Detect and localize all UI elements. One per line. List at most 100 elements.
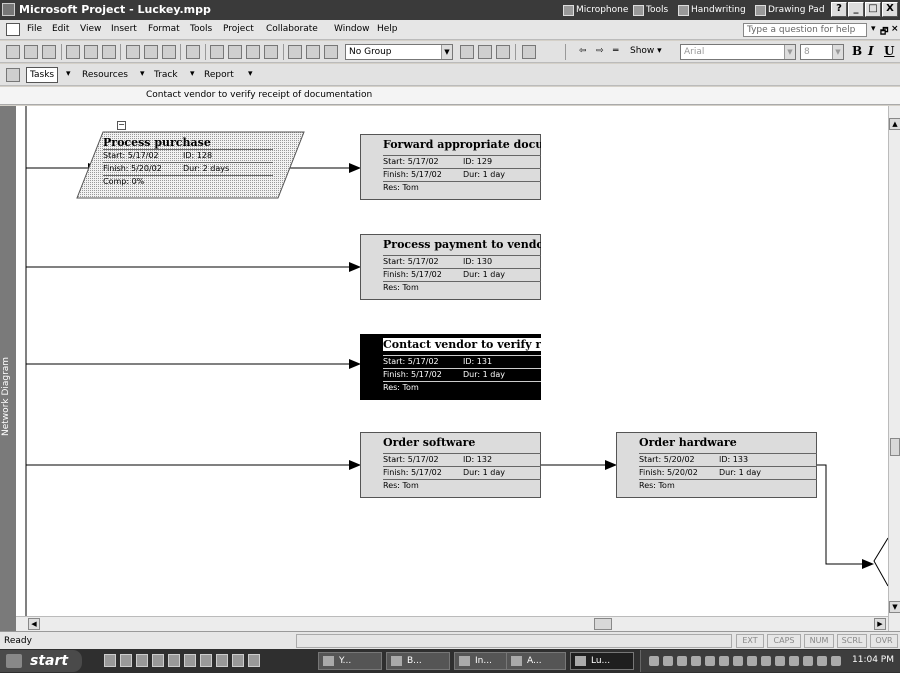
bold-button[interactable]: B bbox=[852, 44, 862, 58]
microphone-button[interactable]: Microphone bbox=[560, 2, 631, 18]
new-icon[interactable] bbox=[6, 45, 20, 59]
handwriting-button[interactable]: Handwriting bbox=[675, 2, 749, 18]
vertical-scroll-thumb[interactable] bbox=[890, 438, 900, 456]
entry-bar[interactable]: Contact vendor to verify receipt of docu… bbox=[0, 87, 900, 105]
italic-button[interactable]: I bbox=[868, 44, 874, 58]
drawing-pad-button[interactable]: Drawing Pad bbox=[752, 2, 828, 18]
chevron-down-icon[interactable]: ▾ bbox=[248, 69, 253, 79]
menu-window[interactable]: Window bbox=[334, 24, 370, 34]
copy-icon[interactable] bbox=[126, 45, 140, 59]
show-hide-subtasks-icon[interactable]: ═ bbox=[613, 46, 618, 56]
tools-button[interactable]: Tools bbox=[630, 2, 671, 18]
tray-icon[interactable] bbox=[775, 656, 785, 666]
menu-file[interactable]: File bbox=[27, 24, 42, 34]
split-task-icon[interactable] bbox=[264, 45, 278, 59]
font-name-select[interactable]: Arial ▼ bbox=[680, 44, 796, 60]
task-node-131-selected[interactable]: Contact vendor to verify rec Start: 5/17… bbox=[360, 334, 541, 400]
tray-icon[interactable] bbox=[649, 656, 659, 666]
menu-format[interactable]: Format bbox=[148, 24, 180, 34]
track-button[interactable]: Track bbox=[150, 67, 182, 83]
tray-icon[interactable] bbox=[803, 656, 813, 666]
spelling-icon[interactable] bbox=[102, 45, 116, 59]
tray-icon[interactable] bbox=[747, 656, 757, 666]
indent-icon[interactable]: ⇨ bbox=[596, 46, 604, 56]
tray-icon[interactable] bbox=[789, 656, 799, 666]
tray-icon[interactable] bbox=[831, 656, 841, 666]
menu-view[interactable]: View bbox=[80, 24, 101, 34]
doc-menu-dropdown[interactable]: ▾ bbox=[871, 24, 876, 34]
font-size-select[interactable]: 8 ▼ bbox=[800, 44, 844, 60]
tray-icon[interactable] bbox=[677, 656, 687, 666]
menu-edit[interactable]: Edit bbox=[52, 24, 69, 34]
doc-close-button[interactable]: × bbox=[891, 24, 899, 34]
quicklaunch-icon[interactable] bbox=[216, 654, 228, 667]
unlink-tasks-icon[interactable] bbox=[246, 45, 260, 59]
quicklaunch-icon[interactable] bbox=[120, 654, 132, 667]
tray-icon[interactable] bbox=[663, 656, 673, 666]
taskbar-item-luckey[interactable]: Lu... bbox=[570, 652, 634, 670]
quicklaunch-icon[interactable] bbox=[200, 654, 212, 667]
horizontal-scrollbar[interactable]: ◀ ▶ bbox=[16, 616, 888, 631]
summary-node-process-purchase[interactable]: Process purchase Start: 5/17/02 ID: 128 F… bbox=[76, 130, 306, 200]
task-info-icon[interactable] bbox=[288, 45, 302, 59]
scroll-up-icon[interactable]: ▲ bbox=[889, 118, 900, 130]
chevron-down-icon[interactable]: ▼ bbox=[441, 45, 452, 59]
quicklaunch-icon[interactable] bbox=[184, 654, 196, 667]
taskbar-item-b[interactable]: B... bbox=[386, 652, 450, 670]
quicklaunch-icon[interactable] bbox=[152, 654, 164, 667]
task-node-129[interactable]: Forward appropriate docum Start: 5/17/02… bbox=[360, 134, 541, 200]
help-icon[interactable] bbox=[522, 45, 536, 59]
format-painter-icon[interactable] bbox=[162, 45, 176, 59]
tray-icon[interactable] bbox=[817, 656, 827, 666]
chevron-down-icon[interactable]: ▾ bbox=[140, 69, 145, 79]
tasks-button[interactable]: Tasks bbox=[26, 67, 59, 83]
quicklaunch-icon[interactable] bbox=[104, 654, 116, 667]
zoom-in-icon[interactable] bbox=[460, 45, 474, 59]
vertical-scrollbar[interactable]: ▲ ▼ bbox=[888, 106, 900, 631]
chevron-down-icon[interactable]: ▾ bbox=[66, 69, 71, 79]
maximize-button[interactable]: □ bbox=[865, 2, 881, 17]
underline-button[interactable]: U bbox=[884, 44, 894, 58]
scroll-left-icon[interactable]: ◀ bbox=[28, 618, 40, 630]
tray-icon[interactable] bbox=[733, 656, 743, 666]
outdent-icon[interactable]: ⇦ bbox=[579, 46, 587, 56]
chevron-down-icon[interactable]: ▼ bbox=[832, 45, 843, 59]
group-select[interactable]: No Group ▼ bbox=[345, 44, 453, 60]
paste-icon[interactable] bbox=[144, 45, 158, 59]
chevron-down-icon[interactable]: ▼ bbox=[784, 45, 795, 59]
save-icon[interactable] bbox=[42, 45, 56, 59]
network-diagram-canvas[interactable]: − Process purchase Start: 5/17/02 ID: 128… bbox=[16, 106, 888, 616]
entry-bar-text[interactable]: Contact vendor to verify receipt of docu… bbox=[146, 90, 372, 100]
go-to-task-icon[interactable] bbox=[496, 45, 510, 59]
chevron-down-icon[interactable]: ▾ bbox=[190, 69, 195, 79]
print-preview-icon[interactable] bbox=[84, 45, 98, 59]
open-icon[interactable] bbox=[24, 45, 38, 59]
document-icon[interactable] bbox=[6, 23, 20, 36]
quicklaunch-icon[interactable] bbox=[136, 654, 148, 667]
taskbar-item-a[interactable]: A... bbox=[506, 652, 566, 670]
project-guide-icon[interactable] bbox=[6, 68, 20, 82]
menu-collaborate[interactable]: Collaborate bbox=[266, 24, 318, 34]
start-button[interactable]: start bbox=[0, 650, 82, 672]
clock[interactable]: 11:04 PM bbox=[852, 655, 894, 665]
scroll-down-icon[interactable]: ▼ bbox=[889, 601, 900, 613]
help-question-input[interactable]: Type a question for help bbox=[743, 23, 867, 37]
show-outline-dropdown[interactable]: Show ▾ bbox=[630, 46, 662, 56]
task-node-132[interactable]: Order software Start: 5/17/02 ID: 132 Fin… bbox=[360, 432, 541, 498]
report-button[interactable]: Report bbox=[200, 67, 238, 83]
project-app-icon[interactable] bbox=[2, 3, 15, 16]
minimize-button[interactable]: _ bbox=[848, 2, 864, 17]
task-notes-icon[interactable] bbox=[306, 45, 320, 59]
print-icon[interactable] bbox=[66, 45, 80, 59]
collapse-summary-button[interactable]: − bbox=[117, 121, 126, 130]
doc-restore-button[interactable]: 🗗 bbox=[880, 24, 888, 40]
quicklaunch-icon[interactable] bbox=[248, 654, 260, 667]
help-window-button[interactable]: ? bbox=[831, 2, 847, 17]
zoom-out-icon[interactable] bbox=[478, 45, 492, 59]
undo-icon[interactable] bbox=[186, 45, 200, 59]
menu-help[interactable]: Help bbox=[377, 24, 398, 34]
horizontal-scroll-thumb[interactable] bbox=[594, 618, 612, 630]
taskbar-item-y[interactable]: Y... bbox=[318, 652, 382, 670]
tray-icon[interactable] bbox=[705, 656, 715, 666]
quicklaunch-icon[interactable] bbox=[168, 654, 180, 667]
